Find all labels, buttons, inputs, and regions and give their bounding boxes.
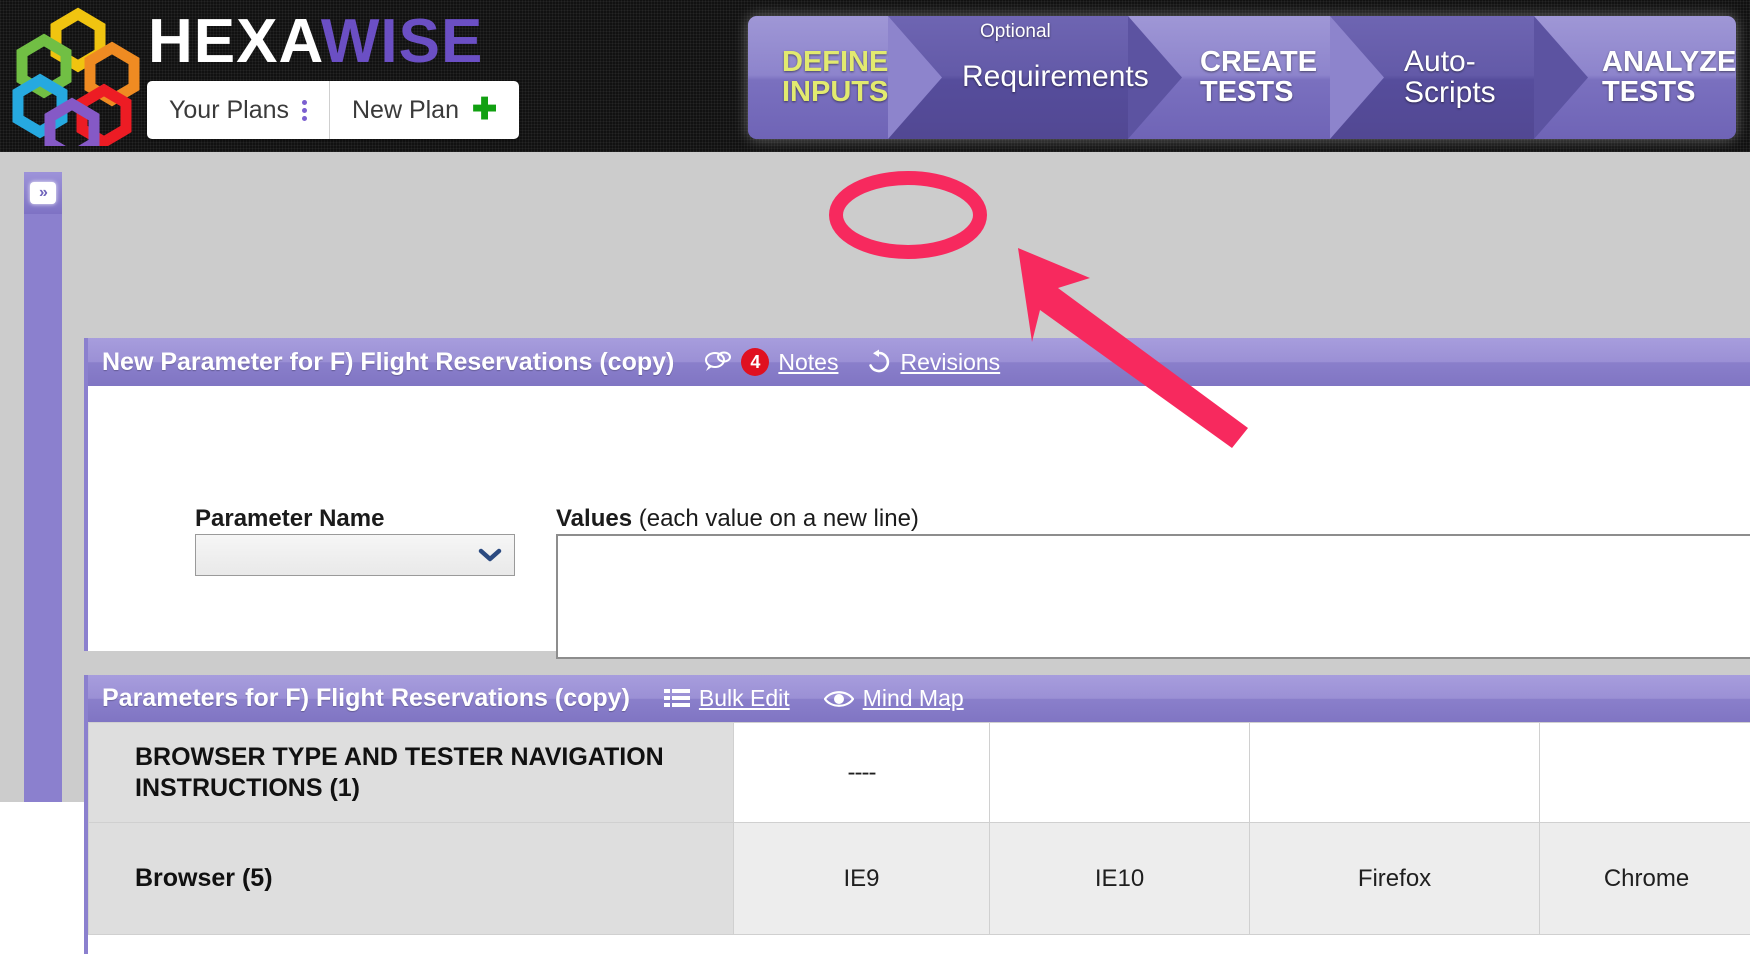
parameter-row-name-line1: BROWSER TYPE AND TESTER NAVIGATION xyxy=(135,742,733,773)
values-textarea[interactable] xyxy=(556,534,1750,659)
brand-hexa: HEXA xyxy=(148,7,321,76)
plus-icon: ✚ xyxy=(472,95,497,125)
new-parameter-panel-header: New Parameter for F) Flight Reservations… xyxy=(88,338,1750,386)
parameter-name-select[interactable] xyxy=(195,534,515,576)
parameter-value-cell[interactable]: IE10 xyxy=(990,823,1250,935)
brand-wordmark: HEXAWISE xyxy=(148,6,483,77)
revisions-link[interactable]: Revisions xyxy=(866,349,1000,376)
parameters-title: Parameters for F) Flight Reservations (c… xyxy=(102,684,630,713)
your-plans-button[interactable]: Your Plans xyxy=(147,81,329,139)
bulk-edit-link[interactable]: Bulk Edit xyxy=(664,685,790,712)
step-auto-scripts-line1: Auto- xyxy=(1404,47,1496,78)
list-lines-icon xyxy=(664,687,690,711)
mind-map-link[interactable]: Mind Map xyxy=(824,685,964,712)
parameter-row-name-line2: INSTRUCTIONS (1) xyxy=(135,773,733,804)
revisions-label: Revisions xyxy=(900,349,1000,376)
optional-label: Optional xyxy=(980,21,1051,43)
notes-link[interactable]: 4 Notes xyxy=(702,348,838,376)
step-auto-scripts-label: Auto- Scripts xyxy=(1404,47,1496,108)
kebab-menu-icon[interactable] xyxy=(302,100,307,121)
table-row[interactable]: BROWSER TYPE AND TESTER NAVIGATION INSTR… xyxy=(89,723,1750,823)
parameter-value-cell[interactable] xyxy=(1250,723,1540,823)
notes-count-badge: 4 xyxy=(741,348,769,376)
parameter-value-cell[interactable]: Chrome xyxy=(1540,823,1750,935)
chevron-double-right-icon: » xyxy=(30,182,56,204)
parameter-value-cell[interactable] xyxy=(990,723,1250,823)
step-create-tests-line1: CREATE xyxy=(1200,48,1317,78)
step-create-tests-line2: TESTS xyxy=(1200,78,1317,108)
workflow-steps-nav: DEFINE INPUTS Requirements CREATE TESTS … xyxy=(748,16,1736,139)
parameter-row-name[interactable]: Browser (5) xyxy=(89,823,734,935)
parameter-row-name-line1: Browser (5) xyxy=(135,863,733,894)
brand-wise: WISE xyxy=(321,7,483,76)
step-chevron-4-icon xyxy=(1534,16,1588,139)
values-label: Values (each value on a new line) xyxy=(556,505,919,533)
step-create-tests-label: CREATE TESTS xyxy=(1200,48,1317,107)
step-define-inputs-line1: DEFINE xyxy=(782,48,888,78)
parameter-value-cell[interactable] xyxy=(1540,723,1750,823)
new-parameter-title: New Parameter for F) Flight Reservations… xyxy=(102,348,674,377)
eye-icon xyxy=(824,688,854,710)
page-body: » New Parameter for F) Flight Reservatio… xyxy=(0,152,1750,802)
new-parameter-panel: New Parameter for F) Flight Reservations… xyxy=(84,338,1750,651)
notes-label: Notes xyxy=(778,349,838,376)
chevron-down-icon xyxy=(466,535,514,575)
step-analyze-tests-line2: TESTS xyxy=(1602,78,1736,108)
parameter-row-name[interactable]: BROWSER TYPE AND TESTER NAVIGATION INSTR… xyxy=(89,723,734,823)
new-plan-label: New Plan xyxy=(352,96,459,125)
parameter-value-cell[interactable]: ---- xyxy=(734,723,990,823)
step-chevron-3-icon xyxy=(1330,16,1384,139)
parameters-table: BROWSER TYPE AND TESTER NAVIGATION INSTR… xyxy=(88,722,1750,935)
mind-map-label: Mind Map xyxy=(863,685,964,712)
app-header: HEXAWISE Your Plans New Plan ✚ DEFINE IN… xyxy=(0,0,1750,152)
undo-history-icon xyxy=(866,349,892,375)
plan-tabs: Your Plans New Plan ✚ xyxy=(147,81,519,139)
values-label-hint: (each value on a new line) xyxy=(632,505,919,532)
step-chevron-1-icon xyxy=(888,16,942,139)
sidebar-expand-button[interactable]: » xyxy=(24,172,62,214)
step-requirements-label: Requirements xyxy=(962,62,1149,93)
parameter-value-cell[interactable]: IE9 xyxy=(734,823,990,935)
your-plans-label: Your Plans xyxy=(169,96,289,125)
parameters-panel: Parameters for F) Flight Reservations (c… xyxy=(84,675,1750,954)
parameter-name-label: Parameter Name xyxy=(195,505,384,533)
values-label-bold: Values xyxy=(556,505,632,532)
step-define-inputs-label: DEFINE INPUTS xyxy=(782,48,888,107)
step-auto-scripts-line2: Scripts xyxy=(1404,78,1496,109)
parameters-panel-header: Parameters for F) Flight Reservations (c… xyxy=(88,675,1750,722)
table-row[interactable]: Browser (5) IE9 IE10 Firefox Chrome xyxy=(89,823,1750,935)
step-define-inputs-line2: INPUTS xyxy=(782,78,888,108)
bulk-edit-label: Bulk Edit xyxy=(699,685,790,712)
new-plan-button[interactable]: New Plan ✚ xyxy=(329,81,519,139)
step-analyze-tests-label: ANALYZE TESTS xyxy=(1602,48,1736,107)
sidebar-rail xyxy=(24,172,62,802)
parameter-value-cell[interactable]: Firefox xyxy=(1250,823,1540,935)
speech-bubble-icon xyxy=(702,350,732,374)
step-analyze-tests-line1: ANALYZE xyxy=(1602,48,1736,78)
